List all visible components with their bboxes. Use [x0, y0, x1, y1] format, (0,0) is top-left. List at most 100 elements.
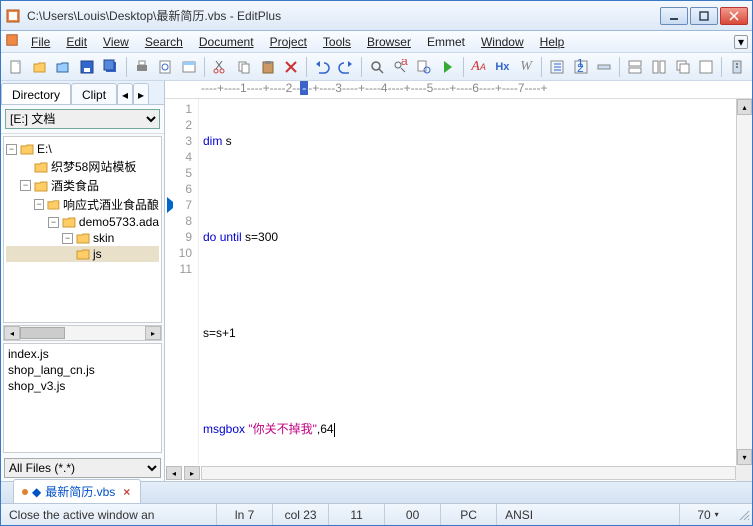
toolbar: ab AA Hx W 12	[1, 53, 752, 81]
paste-button[interactable]	[257, 56, 279, 78]
status-sel: 00	[385, 504, 441, 525]
scroll-right-button[interactable]: ▸	[145, 326, 161, 340]
code-area[interactable]: dim s do until s=300 s=s+1 msgbox "你关不掉我…	[199, 99, 736, 465]
tree-node[interactable]: −skin	[6, 230, 159, 246]
doctab-name: 最新简历.vbs	[45, 483, 115, 500]
menu-file[interactable]: File	[23, 33, 58, 51]
document-tab[interactable]: ◆ 最新简历.vbs ×	[13, 479, 141, 503]
editor-vscrollbar[interactable]: ▴ ▾	[736, 99, 752, 465]
file-item[interactable]: index.js	[6, 346, 159, 362]
redo-button[interactable]	[335, 56, 357, 78]
status-zoom[interactable]: 70▾	[680, 504, 736, 525]
maximize-button[interactable]	[690, 7, 718, 25]
open-file-button[interactable]	[29, 56, 51, 78]
tile-horz-button[interactable]	[624, 56, 646, 78]
settings-button[interactable]	[726, 56, 748, 78]
menu-search[interactable]: Search	[137, 33, 191, 51]
editor-hscrollbar[interactable]	[201, 466, 736, 480]
menu-view[interactable]: View	[95, 33, 137, 51]
indent-guide-button[interactable]	[546, 56, 568, 78]
prev-doc-button[interactable]: ◂	[166, 466, 182, 480]
sidebar: Directory Clipt ◂ ▸ [E:] 文档 −E:\ 织梦58网站模…	[1, 81, 165, 481]
maximize-all-button[interactable]	[696, 56, 718, 78]
modified-dot-icon	[22, 489, 28, 495]
menu-browser[interactable]: Browser	[359, 33, 419, 51]
file-item[interactable]: shop_lang_cn.js	[6, 362, 159, 378]
menu-tools[interactable]: Tools	[315, 33, 359, 51]
tree-hscrollbar[interactable]: ◂ ▸	[3, 325, 162, 341]
tab-directory[interactable]: Directory	[1, 83, 71, 104]
status-message: Close the active window an	[1, 504, 217, 525]
print-button[interactable]	[131, 56, 153, 78]
menu-help[interactable]: Help	[532, 33, 573, 51]
print-preview-button[interactable]	[155, 56, 177, 78]
close-button[interactable]	[720, 7, 748, 25]
tab-scroll-left[interactable]: ◂	[117, 83, 133, 104]
line-number-button[interactable]: 12	[570, 56, 592, 78]
status-line: ln 7	[217, 504, 273, 525]
menu-window[interactable]: Window	[473, 33, 532, 51]
save-all-button[interactable]	[100, 56, 122, 78]
replace-button[interactable]: ab	[389, 56, 411, 78]
hex-button[interactable]: Hx	[491, 56, 513, 78]
scroll-up-button[interactable]: ▴	[737, 99, 752, 115]
folder-tree[interactable]: −E:\ 织梦58网站模板 −酒类食品 −响应式酒业食品酿 −demo5733.…	[3, 136, 162, 323]
status-mode[interactable]: PC	[441, 504, 497, 525]
titlebar[interactable]: C:\Users\Louis\Desktop\最新简历.vbs - EditPl…	[1, 1, 752, 31]
cut-button[interactable]	[209, 56, 231, 78]
status-lines: 11	[329, 504, 385, 525]
statusbar: Close the active window an ln 7 col 23 1…	[1, 503, 752, 525]
tree-node[interactable]: −响应式酒业食品酿	[6, 195, 159, 214]
delete-button[interactable]	[280, 56, 302, 78]
menu-project[interactable]: Project	[262, 33, 315, 51]
document-tabs: ◆ 最新简历.vbs ×	[1, 481, 752, 503]
menu-emmet[interactable]: Emmet	[419, 33, 473, 51]
tile-vert-button[interactable]	[648, 56, 670, 78]
file-item[interactable]: shop_v3.js	[6, 378, 159, 394]
file-filter-select[interactable]: All Files (*.*)	[4, 458, 161, 478]
new-file-button[interactable]	[5, 56, 27, 78]
menubar: File Edit View Search Document Project T…	[1, 31, 752, 53]
doctab-prefix: ◆	[32, 485, 41, 499]
scroll-thumb[interactable]	[20, 327, 65, 339]
app-icon	[5, 8, 21, 24]
bookmark-icon[interactable]	[167, 197, 173, 213]
undo-button[interactable]	[311, 56, 333, 78]
tree-node[interactable]: −demo5733.ada	[6, 214, 159, 230]
menu-document[interactable]: Document	[191, 33, 262, 51]
tab-scroll-right[interactable]: ▸	[133, 83, 149, 104]
text-cursor	[334, 423, 335, 437]
find-button[interactable]	[366, 56, 388, 78]
window-title: C:\Users\Louis\Desktop\最新简历.vbs - EditPl…	[27, 7, 660, 24]
resize-grip-icon[interactable]	[736, 507, 752, 523]
line-gutter[interactable]: 123 456 789 1011	[165, 99, 199, 465]
cascade-button[interactable]	[672, 56, 694, 78]
word-wrap-button[interactable]: W	[515, 56, 537, 78]
file-list[interactable]: index.js shop_lang_cn.js shop_v3.js	[3, 343, 162, 453]
browser-preview-button[interactable]	[178, 56, 200, 78]
scroll-left-button[interactable]: ◂	[4, 326, 20, 340]
close-tab-button[interactable]: ×	[123, 485, 130, 499]
next-doc-button[interactable]: ▸	[184, 466, 200, 480]
svg-text:ab: ab	[401, 59, 408, 68]
tree-node[interactable]: −酒类食品	[6, 176, 159, 195]
drive-select[interactable]: [E:] 文档	[5, 109, 160, 129]
tree-node-root[interactable]: −E:\	[6, 141, 159, 157]
find-in-files-button[interactable]	[413, 56, 435, 78]
editor-pane: ----+----1----+----2----+----3----+----4…	[165, 81, 752, 481]
menu-edit[interactable]: Edit	[58, 33, 95, 51]
scroll-down-button[interactable]: ▾	[737, 449, 752, 465]
minimize-button[interactable]	[660, 7, 688, 25]
ruler-button[interactable]	[594, 56, 616, 78]
tree-node[interactable]: 织梦58网站模板	[6, 157, 159, 176]
goto-line-button[interactable]	[437, 56, 459, 78]
tree-node-selected[interactable]: js	[6, 246, 159, 262]
save-button[interactable]	[76, 56, 98, 78]
open-remote-button[interactable]	[53, 56, 75, 78]
toolbar-dropdown-icon[interactable]: ▾	[734, 35, 748, 49]
tab-cliptext[interactable]: Clipt	[71, 83, 117, 104]
app-menu-icon[interactable]	[5, 33, 19, 50]
copy-button[interactable]	[233, 56, 255, 78]
status-encoding[interactable]: ANSI	[497, 504, 680, 525]
font-button[interactable]: AA	[468, 56, 490, 78]
